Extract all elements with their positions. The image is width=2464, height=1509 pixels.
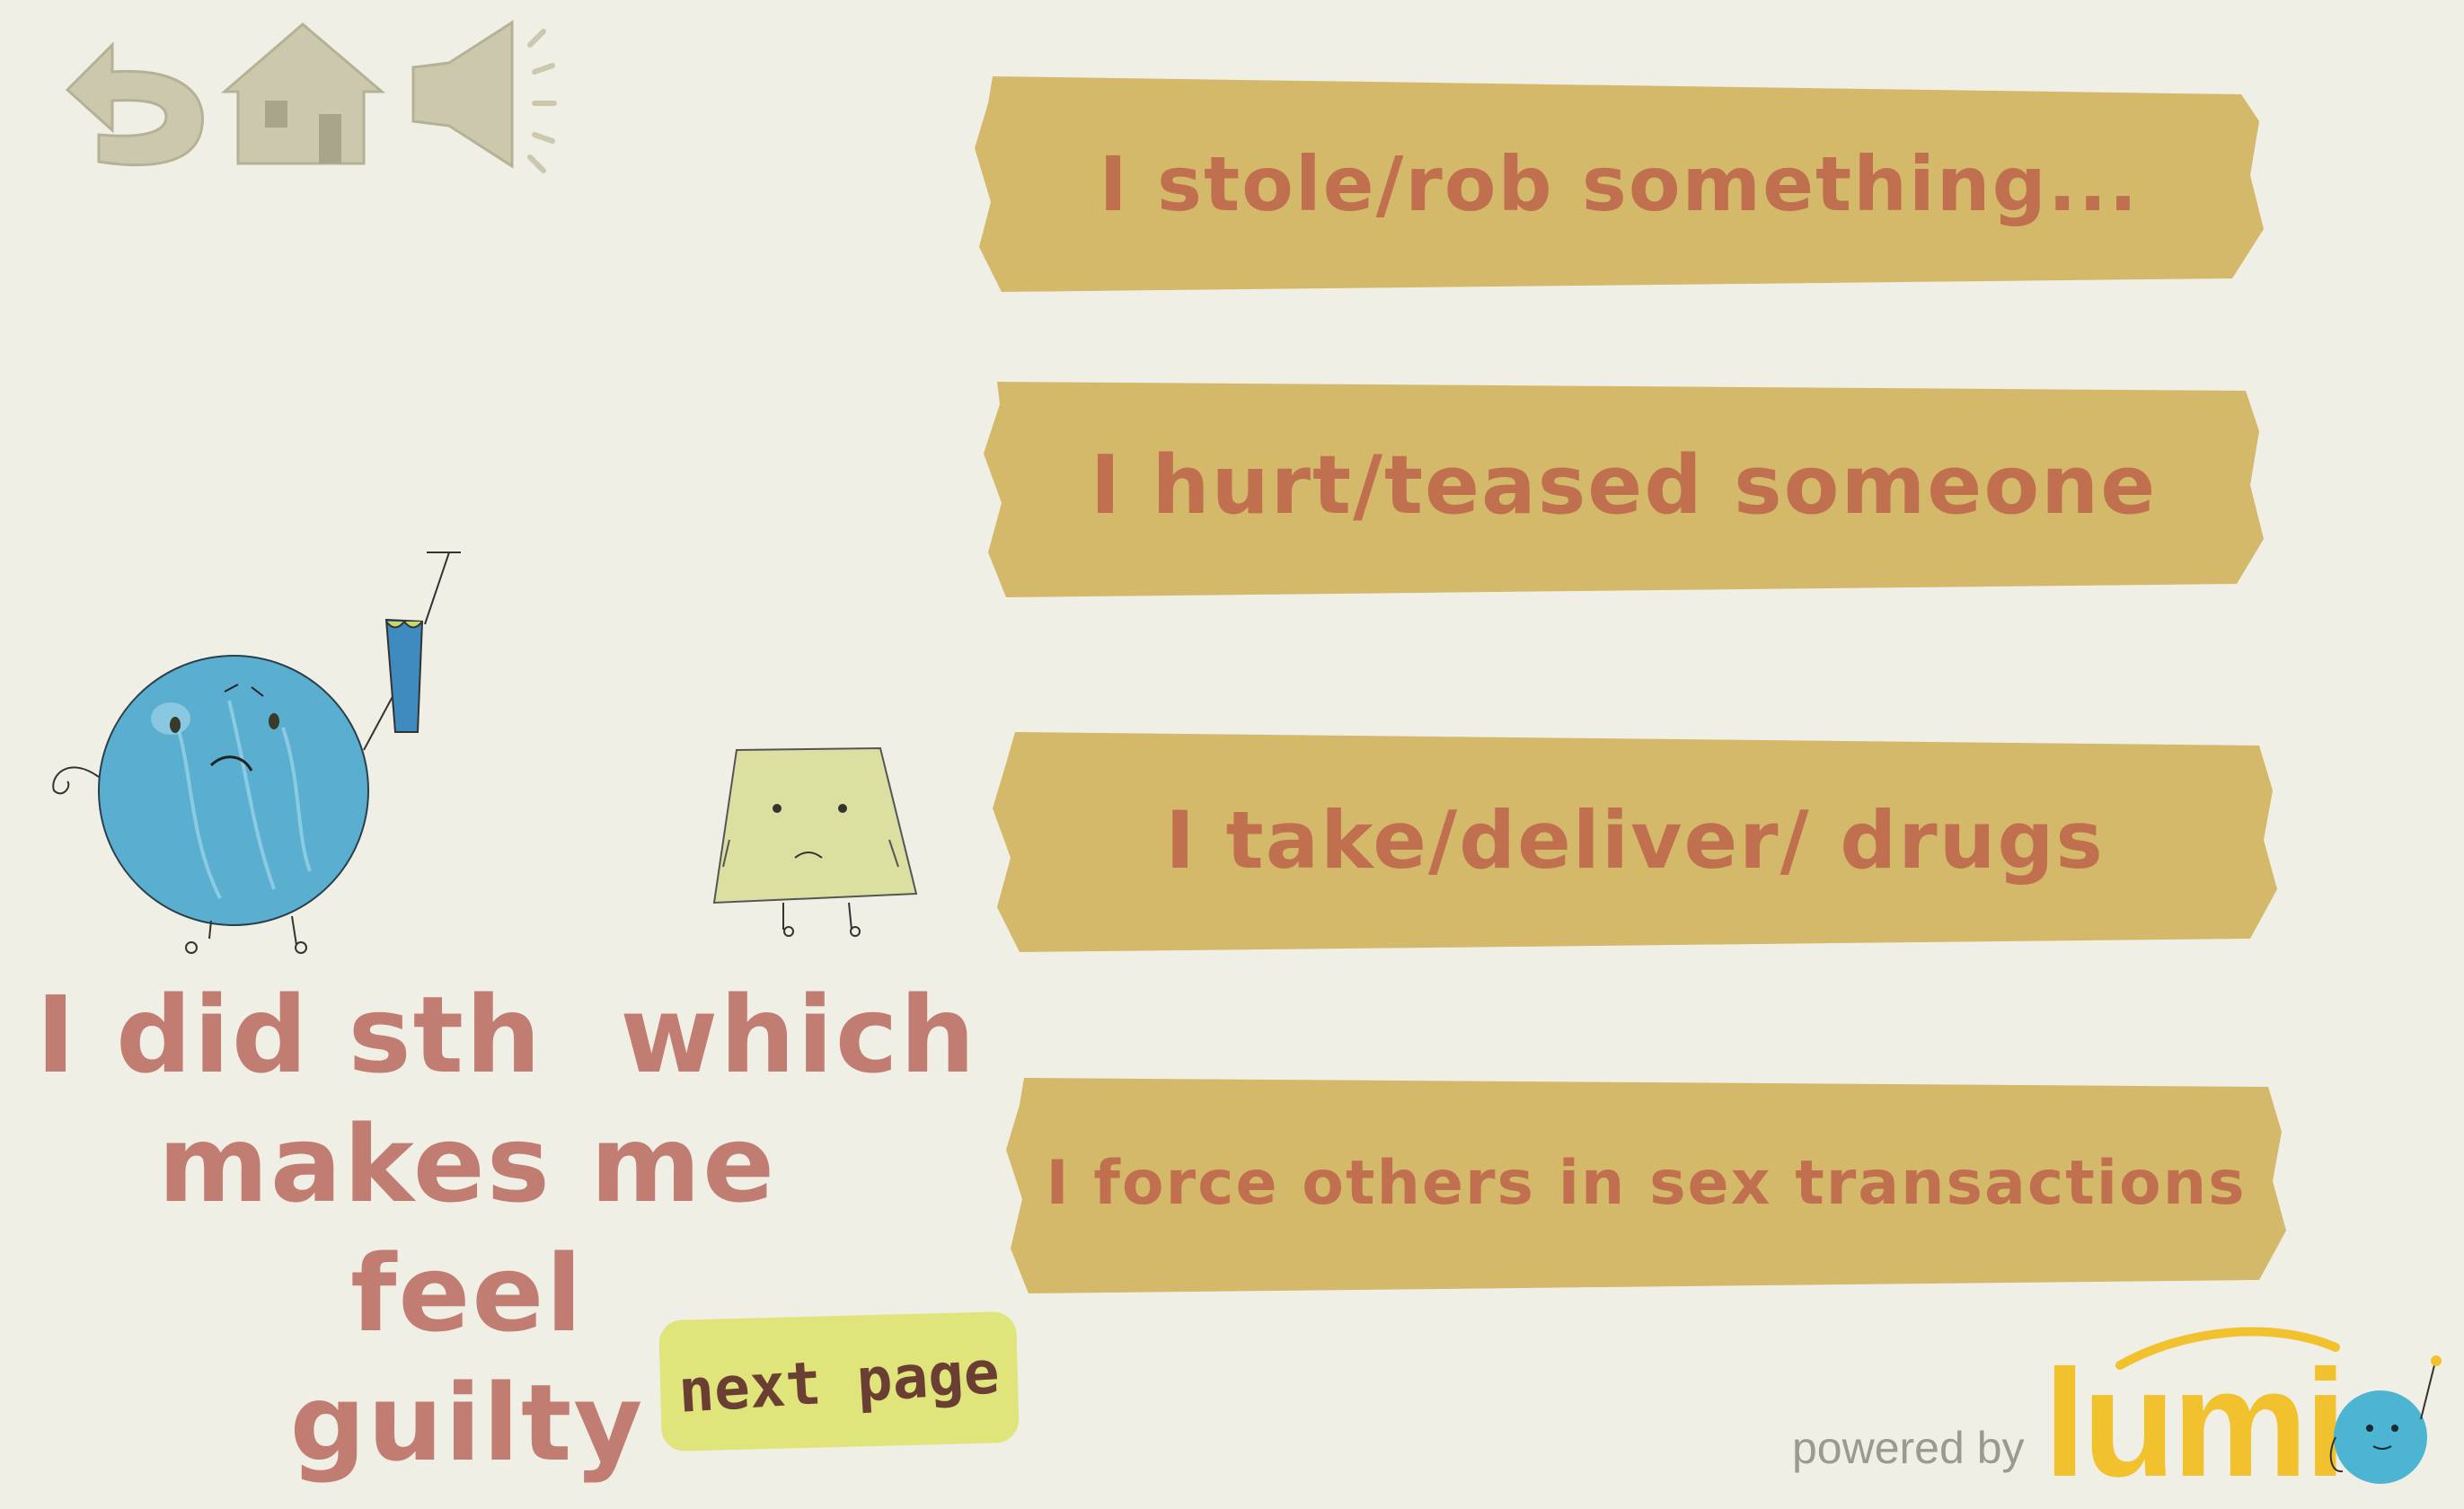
powered-by-text: powered by: [1792, 1423, 2025, 1473]
back-button[interactable]: [49, 27, 211, 171]
speaker-icon: [411, 20, 557, 173]
option-stole-rob[interactable]: I stole/rob something...: [975, 67, 2264, 301]
next-page-button[interactable]: next page: [658, 1310, 1020, 1452]
title-line-1: I did sth which: [36, 973, 977, 1097]
blue-ball-character: [52, 552, 461, 954]
home-button[interactable]: [220, 20, 386, 168]
option-take-deliver-drugs[interactable]: I take/deliver/ drugs: [993, 723, 2277, 957]
home-icon: [220, 22, 386, 165]
undo-arrow-icon: [65, 41, 204, 167]
option-label: I stole/rob something...: [1099, 140, 2140, 228]
next-page-label: next page: [676, 1337, 1002, 1426]
green-block-character: [712, 746, 918, 937]
option-hurt-teased[interactable]: I hurt/teased someone: [984, 368, 2264, 602]
lumi-logo-icon: [2115, 1327, 2442, 1484]
option-label: I take/deliver/ drugs: [1165, 793, 2105, 887]
sound-button[interactable]: [409, 13, 566, 175]
option-label: I hurt/teased someone: [1090, 437, 2158, 533]
option-label: I force others in sex transactions: [1046, 1148, 2247, 1219]
option-force-sex-transactions[interactable]: I force others in sex transactions: [1006, 1069, 2286, 1298]
